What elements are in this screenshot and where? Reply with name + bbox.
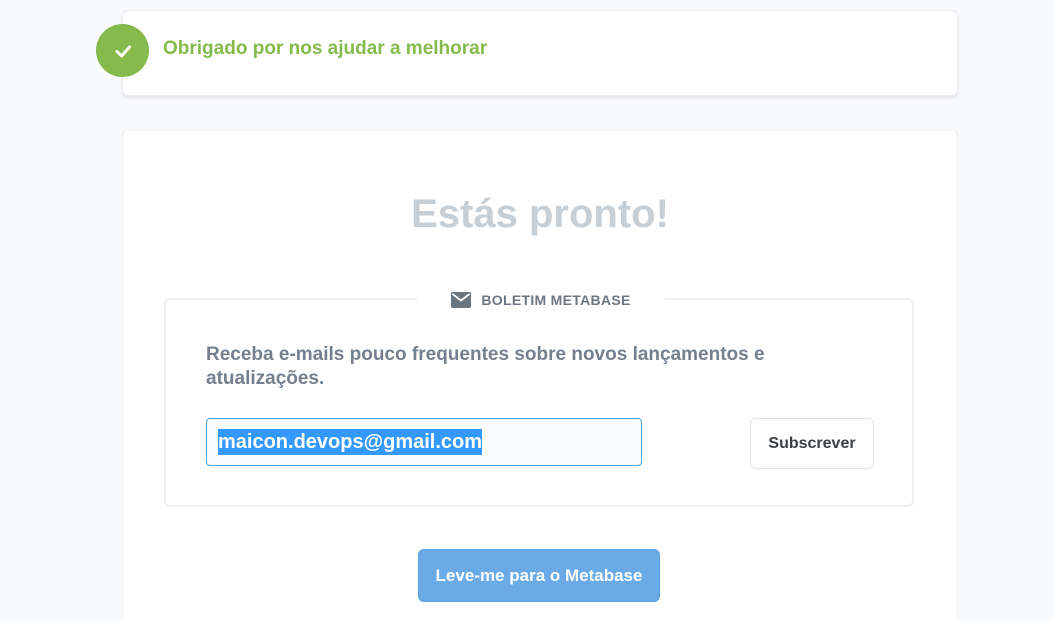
setup-complete-card: Estás pronto! BOLETIM METABASE Receba e-…: [122, 129, 958, 621]
email-field[interactable]: maicon.devops@gmail.com: [206, 418, 642, 466]
check-icon-glyph: [115, 45, 131, 57]
mail-icon: [451, 292, 472, 308]
subscribe-button[interactable]: Subscrever: [750, 418, 874, 469]
page: Obrigado por nos ajudar a melhorar Estás…: [0, 0, 1054, 621]
newsletter-description: Receba e-mails pouco frequentes sobre no…: [206, 344, 765, 389]
newsletter-section: BOLETIM METABASE Receba e-mails pouco fr…: [164, 288, 914, 507]
check-icon: [96, 24, 149, 77]
thanks-message: Obrigado por nos ajudar a melhorar: [163, 38, 488, 59]
email-field-value: maicon.devops@gmail.com: [218, 429, 483, 455]
go-to-metabase-button[interactable]: Leve-me para o Metabase: [418, 549, 660, 602]
page-title: Estás pronto!: [411, 192, 669, 236]
newsletter-legend-label: BOLETIM METABASE: [481, 292, 631, 308]
newsletter-legend: BOLETIM METABASE: [417, 288, 665, 312]
